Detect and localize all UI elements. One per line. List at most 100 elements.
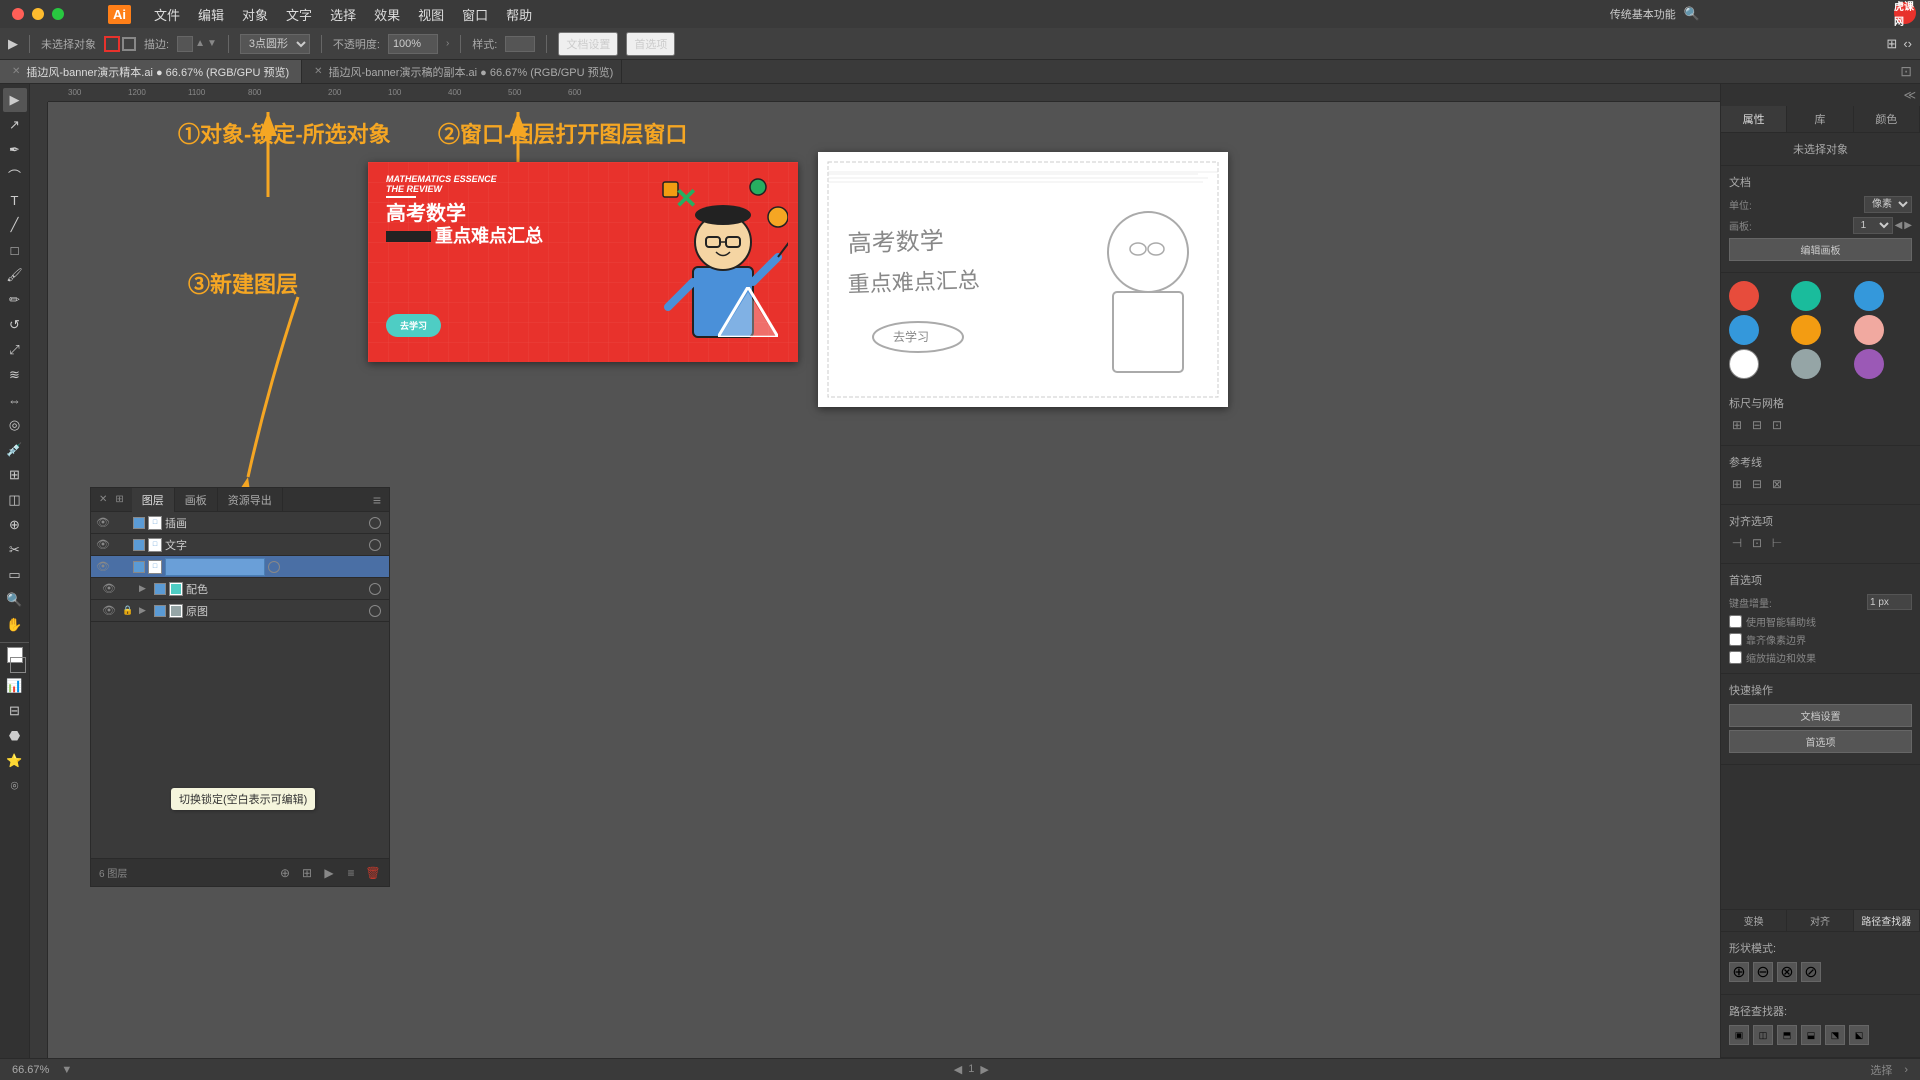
align-left-icon[interactable]: ⊣ [1729,535,1745,551]
tab-1[interactable]: ✕ 插边风-banner演示精本.ai ● 66.67% (RGB/GPU 预览… [0,60,302,83]
snap-pixel-check[interactable] [1729,633,1742,646]
arrange-icon[interactable]: ⊞ [1886,36,1897,52]
layer-row-text[interactable]: 👁 □ 文字 [91,534,389,556]
panel-expand-icon[interactable]: ≪ [1903,88,1916,102]
bottom-tab-transform[interactable]: 变换 [1721,910,1787,931]
layers-tab-export[interactable]: 资源导出 [218,488,283,512]
doc-settings-quick-btn[interactable]: 文档设置 [1729,704,1912,727]
statusbar-expand[interactable]: › [1904,1064,1908,1076]
align-center-icon[interactable]: ⊡ [1749,535,1765,551]
menu-object[interactable]: 对象 [242,5,268,24]
intersect-btn[interactable]: ⊗ [1777,962,1797,982]
blend-tool[interactable]: ◎ [3,413,27,437]
swatch-white[interactable] [1729,349,1759,379]
eyedropper-tool[interactable]: 💉 [3,438,27,462]
new-layer-btn[interactable]: ⊕ [277,865,293,881]
layers-tab-artboard[interactable]: 画板 [175,488,218,512]
layer-row-chua[interactable]: 👁 □ 插画 [91,512,389,534]
delete-layer-btn[interactable]: 🗑 [365,865,381,881]
tab-2[interactable]: ✕ 插边风-banner演示稿的副本.ai ● 66.67% (RGB/GPU … [302,60,622,83]
opacity-input[interactable] [388,34,438,54]
paintbrush-tool[interactable]: 🖌 [3,263,27,287]
unit-selector[interactable]: 像素 [1864,196,1912,213]
scissors-tool[interactable]: ✂ [3,538,27,562]
layer-expand-color[interactable]: ▶ [139,583,151,594]
layer-row-editing[interactable]: 👁 □ [91,556,389,578]
menu-help[interactable]: 帮助 [506,5,532,24]
zoom-indicator[interactable]: 66.67% [12,1064,49,1076]
pathfinder-5[interactable]: ⬔ [1825,1025,1845,1045]
layer-target-chua[interactable] [369,517,381,529]
pathfinder-6[interactable]: ⬕ [1849,1025,1869,1045]
grid-icon[interactable]: ⊟ [1749,417,1765,433]
smart-guides-check[interactable] [1729,615,1742,628]
layers-panel-collapse[interactable]: ⊞ [115,494,123,505]
curvature-tool[interactable]: ⌒ [3,163,27,187]
bottom-tab-align[interactable]: 对齐 [1787,910,1853,931]
artboard-nav-next[interactable]: ▶ [980,1063,988,1076]
search-icon[interactable]: 🔍 [1684,6,1700,22]
scale-tool[interactable]: ⤢ [3,338,27,362]
board-selector[interactable]: 1 [1853,217,1893,234]
swatch-orange[interactable] [1791,315,1821,345]
guide-icon-1[interactable]: ⊞ [1729,476,1745,492]
unite-btn[interactable]: ⊕ [1729,962,1749,982]
tab-1-close[interactable]: ✕ [12,66,20,77]
selection-tool[interactable]: ▶ [3,88,27,112]
guide-icon-2[interactable]: ⊟ [1749,476,1765,492]
layers-panel-menu[interactable]: ≡ [373,492,381,508]
swatch-lightblue[interactable] [1729,315,1759,345]
menu-view[interactable]: 视图 [418,5,444,24]
menu-window[interactable]: 窗口 [462,5,488,24]
layer-eye-text[interactable]: 👁 [95,538,111,551]
ruler-icon[interactable]: ⊞ [1729,417,1745,433]
keyboard-input[interactable] [1867,594,1912,610]
layer-lock-original[interactable]: 🔒 [120,605,136,616]
board-prev[interactable]: ◀ [1895,220,1903,231]
opacity-arrow[interactable]: › [446,38,449,49]
layer-row-color[interactable]: 👁 ▶ 配色 [91,578,389,600]
swatch-pink[interactable] [1854,315,1884,345]
menu-edit[interactable]: 编辑 [198,5,224,24]
bar-chart-tool[interactable]: 📊 [3,674,27,698]
swatch-red[interactable] [1729,281,1759,311]
pencil-tool[interactable]: ✏ [3,288,27,312]
align-right-icon[interactable]: ⊢ [1769,535,1785,551]
doc-settings-btn[interactable]: 文档设置 [558,32,618,56]
panel-toggle-icon[interactable]: ‹› [1903,36,1912,51]
right-tab-color[interactable]: 颜色 [1854,106,1920,132]
layer-eye-original[interactable]: 👁 [101,604,117,617]
style-preview[interactable] [505,36,535,52]
layer-target-text[interactable] [369,539,381,551]
board-next[interactable]: ▶ [1904,220,1912,231]
mesh-tool[interactable]: ⊞ [3,463,27,487]
fill-color[interactable] [104,36,120,52]
swatch-blue[interactable] [1854,281,1884,311]
gradient-tool[interactable]: ◫ [3,488,27,512]
layers-tab-layers[interactable]: 图层 [132,488,175,512]
layer-target-color[interactable] [369,583,381,595]
new-sublayer-btn[interactable]: ⊞ [299,865,315,881]
layer-name-input[interactable] [165,558,265,576]
pen-tool[interactable]: ✒ [3,138,27,162]
preview-bounds-check[interactable] [1729,651,1742,664]
arrange-docs-icon[interactable]: ⊡ [1900,63,1912,80]
pathfinder-3[interactable]: ⬒ [1777,1025,1797,1045]
swatch-purple[interactable] [1854,349,1884,379]
minus-front-btn[interactable]: ⊖ [1753,962,1773,982]
pathfinder-4[interactable]: ⬓ [1801,1025,1821,1045]
layer-eye-editing[interactable]: 👁 [95,560,111,573]
shape-tool[interactable]: □ [3,238,27,262]
layer-eye-color[interactable]: 👁 [101,582,117,595]
magic-wand-tool[interactable]: ⭐ [3,749,27,773]
right-tab-library[interactable]: 库 [1787,106,1853,132]
warp-tool[interactable]: ≋ [3,363,27,387]
stroke-indicator[interactable] [10,657,26,673]
merge-layers-btn[interactable]: ≡ [343,865,359,881]
menu-file[interactable]: 文件 [154,5,180,24]
shape-builder-tool[interactable]: ⊕ [3,513,27,537]
right-tab-properties[interactable]: 属性 [1721,106,1787,132]
swatch-gray[interactable] [1791,349,1821,379]
direct-selection-tool[interactable]: ↗ [3,113,27,137]
layer-eye-chua[interactable]: 👁 [95,516,111,529]
